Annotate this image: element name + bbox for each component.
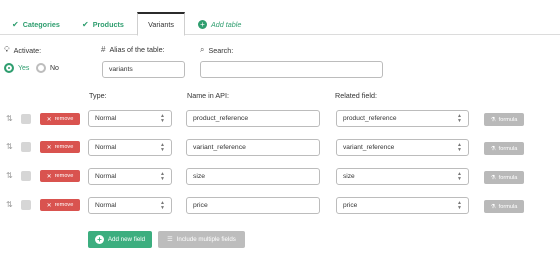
type-select[interactable]: Normal ▲ ▼ [88,197,172,214]
related-value: variant_reference [343,144,395,151]
activate-label: 💡︎ Activate: [4,45,41,55]
type-value: Normal [95,115,117,122]
related-field-select[interactable]: size ▲ ▼ [336,168,469,185]
drag-handle-icon[interactable]: ⇅ [6,142,13,151]
related-value: product_reference [343,115,397,122]
row-checkbox[interactable] [21,200,31,210]
remove-label: remove [54,202,74,208]
formula-label: formula [498,174,518,181]
tab-categories[interactable]: ✔ Categories [12,14,70,35]
check-icon: ✔ [82,20,89,29]
alias-label: # Alias of the table: [101,45,165,54]
row-checkbox[interactable] [21,171,31,181]
close-icon: ✕ [46,173,52,180]
flask-icon: ⚗ [490,174,496,181]
column-header-type: Type: [89,91,107,100]
check-icon: ✔ [12,20,19,29]
column-header-related: Related field: [335,91,377,100]
radio-label: Yes [18,64,30,72]
radio-checked-icon [4,63,14,73]
api-name-input[interactable]: product_reference [186,110,320,127]
select-arrows-icon: ▲ ▼ [457,200,462,211]
related-field-select[interactable]: product_reference ▲ ▼ [336,110,469,127]
drag-handle-icon[interactable]: ⇅ [6,171,13,180]
remove-label: remove [54,173,74,179]
tab-label: Variants [148,20,174,29]
tab-label: Products [92,20,124,29]
api-name-input[interactable]: variant_reference [186,139,320,156]
formula-label: formula [498,145,518,152]
remove-button[interactable]: ✕ remove [40,141,80,153]
select-arrows-icon: ▲ ▼ [457,113,462,124]
type-select[interactable]: Normal ▲ ▼ [88,110,172,127]
flask-icon: ⚗ [490,116,496,123]
formula-label: formula [498,203,518,210]
select-arrows-icon: ▲ ▼ [160,142,165,153]
remove-label: remove [54,116,74,122]
drag-handle-icon[interactable]: ⇅ [6,200,13,209]
tab-label: Categories [22,20,60,29]
row-checkbox[interactable] [21,142,31,152]
select-arrows-icon: ▲ ▼ [160,113,165,124]
related-value: price [343,202,358,209]
include-multiple-label: Include multiple fields [176,236,236,243]
activate-no-radio[interactable]: No [36,63,59,73]
activate-label-text: Activate: [13,45,42,55]
close-icon: ✕ [46,202,52,209]
select-arrows-icon: ▲ ▼ [160,200,165,211]
plus-circle-icon: + [94,235,104,244]
lightbulb-icon: 💡︎ [4,45,10,54]
type-select[interactable]: Normal ▲ ▼ [88,139,172,156]
api-name-input[interactable]: price [186,197,320,214]
formula-button[interactable]: ⚗ formula [484,200,524,213]
alias-label-text: Alias of the table: [109,45,165,54]
add-new-field-button[interactable]: + Add new field [88,231,152,248]
select-arrows-icon: ▲ ▼ [457,171,462,182]
search-label-text: Search: [208,45,234,55]
related-field-select[interactable]: variant_reference ▲ ▼ [336,139,469,156]
related-value: size [343,173,355,180]
drag-handle-icon[interactable]: ⇅ [6,114,13,123]
api-name-input[interactable]: size [186,168,320,185]
search-label: ⌕ Search: [200,45,233,55]
type-value: Normal [95,173,117,180]
column-header-api-name: Name in API: [187,91,229,100]
flask-icon: ⚗ [490,203,496,210]
radio-label: No [50,64,59,72]
select-arrows-icon: ▲ ▼ [160,171,165,182]
select-arrows-icon: ▲ ▼ [457,142,462,153]
radio-unchecked-icon [36,63,46,73]
tab-bar: ✔ Categories ✔ Products Variants + Add t… [0,8,560,36]
related-field-select[interactable]: price ▲ ▼ [336,197,469,214]
tab-label: Add table [211,20,242,29]
hash-icon: # [101,45,106,54]
close-icon: ✕ [46,144,52,151]
include-multiple-fields-button[interactable]: ☰ Include multiple fields [158,231,245,248]
list-icon: ☰ [167,236,173,243]
plus-circle-icon: + [198,20,207,29]
add-field-label: Add new field [107,236,146,243]
tab-add-table[interactable]: + Add table [198,14,248,35]
remove-button[interactable]: ✕ remove [40,170,80,182]
remove-label: remove [54,144,74,150]
tab-products[interactable]: ✔ Products [82,14,134,35]
formula-button[interactable]: ⚗ formula [484,113,524,126]
alias-input[interactable]: variants [102,61,185,78]
formula-button[interactable]: ⚗ formula [484,142,524,155]
type-value: Normal [95,202,117,209]
type-value: Normal [95,144,117,151]
row-checkbox[interactable] [21,114,31,124]
formula-label: formula [498,116,518,123]
remove-button[interactable]: ✕ remove [40,199,80,211]
formula-button[interactable]: ⚗ formula [484,171,524,184]
flask-icon: ⚗ [490,145,496,152]
close-icon: ✕ [46,116,52,123]
remove-button[interactable]: ✕ remove [40,113,80,125]
search-input[interactable] [200,61,383,78]
tab-variants[interactable]: Variants [137,12,185,36]
search-icon: ⌕ [200,45,205,54]
activate-yes-radio[interactable]: Yes [4,63,29,73]
type-select[interactable]: Normal ▲ ▼ [88,168,172,185]
